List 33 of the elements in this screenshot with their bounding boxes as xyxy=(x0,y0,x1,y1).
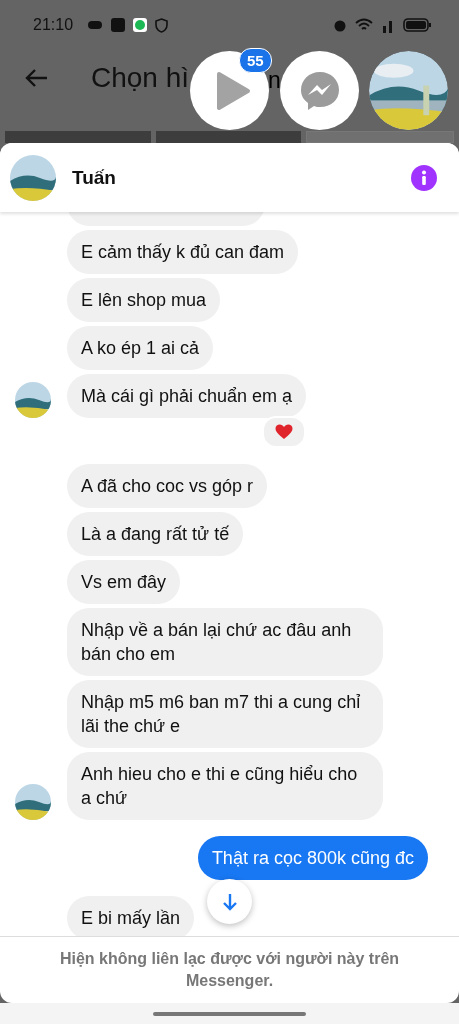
message-bubble: Vs em đây xyxy=(67,560,181,604)
heart-icon xyxy=(275,424,294,440)
wifi-icon xyxy=(355,18,373,32)
shield-icon xyxy=(155,17,169,33)
message-bubble: Là a đang rất tử tế xyxy=(67,512,244,556)
message-bubble: Thật ra cọc 800k cũng đc xyxy=(197,836,428,880)
back-arrow-icon[interactable] xyxy=(25,67,49,88)
message-bubble: Nhập m5 m6 ban m7 thi a cung chỉ lãi the chứ e xyxy=(67,680,383,748)
message-bubble: Nhập về a bán lại chứ ac đâu anh bán cho em xyxy=(67,608,383,676)
thumbnail[interactable] xyxy=(155,131,302,143)
message-bubble: E cảm thấy k đủ can đam xyxy=(67,230,299,274)
status-time: 21:10 xyxy=(33,16,74,34)
message-bubble: E lên shop mua xyxy=(67,278,221,322)
message-bubble: Mà cái gì phải chuẩn em ạ xyxy=(67,374,307,418)
message-bubble: A ko ép 1 ai cả xyxy=(67,326,214,370)
play-icon xyxy=(214,70,251,111)
contact-name: Tuấn xyxy=(72,166,117,189)
home-indicator[interactable] xyxy=(153,1011,306,1016)
message-bubble: A đã cho coc vs góp r xyxy=(67,464,268,508)
notice-text: Hiện không liên lạc được với người này trên Messenger. xyxy=(58,949,401,991)
messenger-icon xyxy=(298,69,341,112)
battery-icon xyxy=(403,18,431,32)
arrow-down-icon xyxy=(221,892,238,911)
scroll-down-button[interactable] xyxy=(207,879,252,924)
message-bubble: E bi mấy lần xyxy=(67,896,195,936)
notification-badge: 55 xyxy=(239,48,272,73)
screen-title: Chọn hì xyxy=(91,61,190,94)
music-app-icon xyxy=(133,18,148,32)
thumbnail[interactable] xyxy=(5,131,151,143)
thumbnail[interactable] xyxy=(306,131,454,143)
info-icon[interactable] xyxy=(411,164,437,191)
message-bubble: Anh hieu cho e thi e cũng hiểu cho a chứ xyxy=(67,752,383,820)
chat-head[interactable] xyxy=(190,51,269,130)
